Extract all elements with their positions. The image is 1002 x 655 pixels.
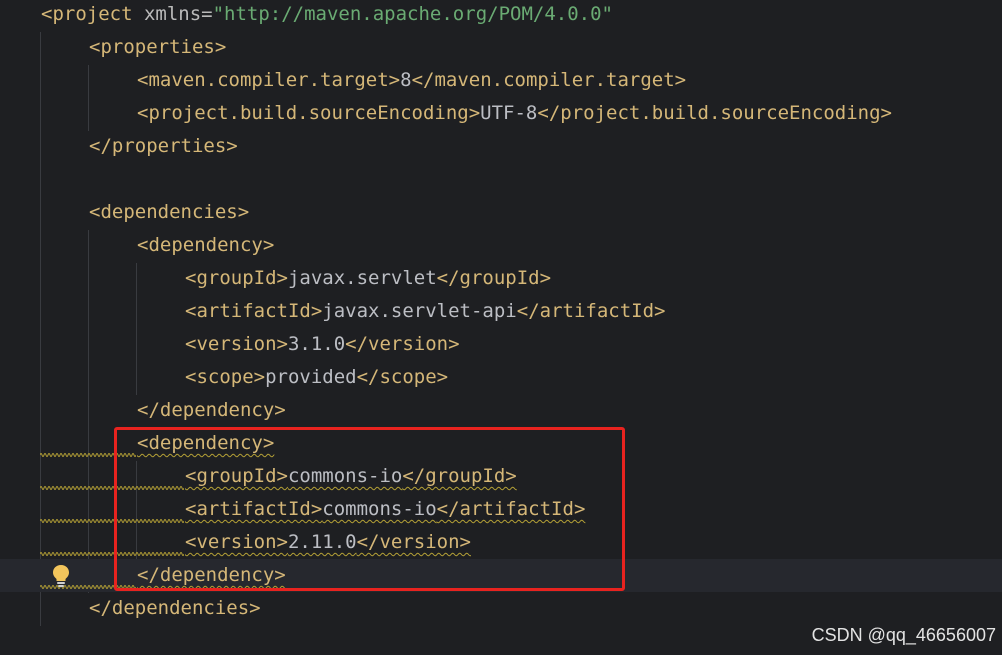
code-editor[interactable]: <project xmlns="http://maven.apache.org/…: [0, 0, 1002, 655]
xml-text: provided: [265, 366, 357, 388]
xml-tag: <dependency>: [137, 234, 275, 256]
xml-string: "http://maven.apache.org/POM/4.0.0": [212, 3, 613, 25]
xml-text: 8: [400, 69, 412, 91]
xml-tag: <dependencies>: [89, 201, 250, 223]
csdn-watermark: CSDN @qq_46656007: [811, 625, 996, 645]
code-text: <maven.compiler.target>8</maven.compiler…: [137, 64, 686, 97]
xml-tag: <project: [41, 3, 144, 25]
xml-tag: <properties>: [89, 36, 227, 58]
code-line[interactable]: <artifactId>javax.servlet-api</artifactI…: [0, 295, 1002, 328]
xml-tag: </properties>: [89, 135, 238, 157]
xml-tag: </version>: [345, 333, 460, 355]
xml-tag: <project.build.sourceEncoding>: [137, 102, 481, 124]
xml-tag: <version>: [185, 333, 288, 355]
code-text: </properties>: [89, 130, 238, 163]
code-line[interactable]: <scope>provided</scope>: [0, 361, 1002, 394]
code-line[interactable]: <properties>: [0, 31, 1002, 64]
xml-tag: </dependencies>: [89, 597, 261, 619]
xml-tag: <artifactId>: [185, 300, 323, 322]
code-text: </dependencies>: [89, 592, 261, 625]
code-text: <properties>: [89, 31, 226, 64]
xml-attribute: xmlns=: [143, 3, 213, 25]
code-line[interactable]: <groupId>javax.servlet</groupId>: [0, 262, 1002, 295]
code-text: </dependency>: [137, 394, 286, 427]
code-line[interactable]: </dependencies>: [0, 592, 1002, 625]
code-line[interactable]: </dependency>: [0, 394, 1002, 427]
xml-text: javax.servlet: [287, 267, 437, 289]
red-annotation-box: [114, 427, 625, 591]
lightbulb-icon[interactable]: [52, 564, 70, 588]
code-text: <version>3.1.0</version>: [185, 328, 460, 361]
xml-tag: </groupId>: [436, 267, 552, 289]
xml-tag: <scope>: [185, 366, 266, 388]
code-line[interactable]: <version>3.1.0</version>: [0, 328, 1002, 361]
xml-tag: </dependency>: [137, 399, 286, 421]
xml-text: UTF-8: [480, 102, 538, 124]
code-line[interactable]: <project xmlns="http://maven.apache.org/…: [0, 0, 1002, 31]
xml-tag: </scope>: [356, 366, 449, 388]
code-line[interactable]: <dependencies>: [0, 196, 1002, 229]
code-text: <project xmlns="http://maven.apache.org/…: [41, 0, 613, 31]
code-text: <groupId>javax.servlet</groupId>: [185, 262, 551, 295]
code-line[interactable]: [0, 163, 1002, 196]
code-line[interactable]: <maven.compiler.target>8</maven.compiler…: [0, 64, 1002, 97]
xml-tag: </project.build.sourceEncoding>: [537, 102, 892, 124]
code-line[interactable]: <project.build.sourceEncoding>UTF-8</pro…: [0, 97, 1002, 130]
xml-tag: </maven.compiler.target>: [411, 69, 687, 91]
code-text: <artifactId>javax.servlet-api</artifactI…: [185, 295, 665, 328]
code-line[interactable]: </properties>: [0, 130, 1002, 163]
code-text: <scope>provided</scope>: [185, 361, 448, 394]
code-text: <project.build.sourceEncoding>UTF-8</pro…: [137, 97, 892, 130]
code-text: <dependencies>: [89, 196, 249, 229]
xml-tag: <maven.compiler.target>: [137, 69, 401, 91]
code-text: <dependency>: [137, 229, 274, 262]
xml-tag: <groupId>: [185, 267, 288, 289]
xml-tag: </artifactId>: [516, 300, 666, 322]
code-line[interactable]: <dependency>: [0, 229, 1002, 262]
xml-text: javax.servlet-api: [322, 300, 517, 322]
xml-text: 3.1.0: [287, 333, 346, 355]
